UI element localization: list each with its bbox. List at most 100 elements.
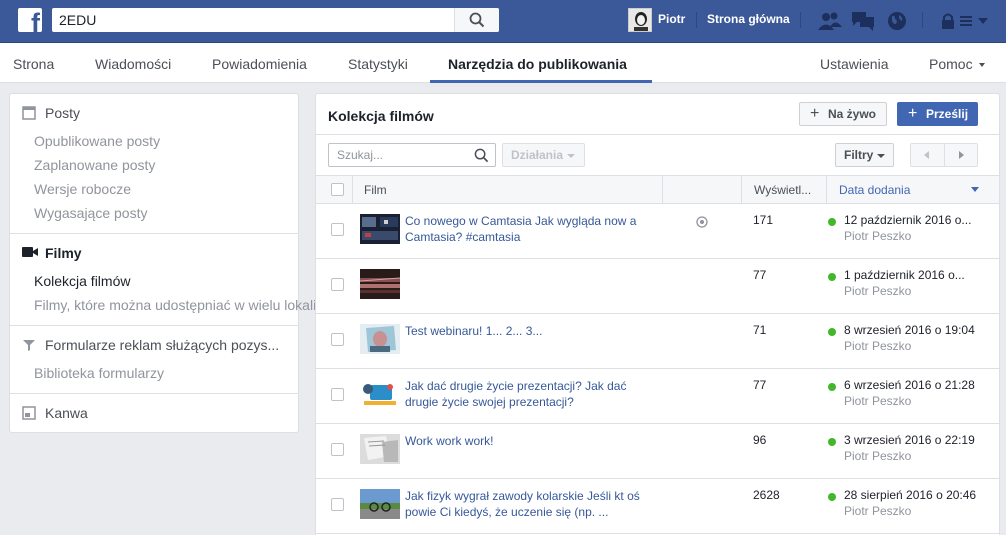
author: Piotr Peszko — [844, 284, 912, 298]
crosspost-icon — [696, 216, 708, 228]
video-title-link[interactable]: Jak dać drugie życie prezentacji? Jak da… — [405, 378, 645, 412]
filters-dropdown[interactable]: Filtry — [835, 143, 894, 167]
sidebar-item-video-library[interactable]: Kolekcja filmów — [34, 273, 130, 289]
sidebar-item-expiring-posts[interactable]: Wygasające posty — [34, 205, 147, 221]
table-row[interactable]: Jak dać drugie życie prezentacji? Jak da… — [316, 369, 999, 424]
tab-insights[interactable]: Statystyki — [348, 56, 408, 72]
column-date-added[interactable]: Data dodania — [839, 183, 910, 197]
go-live-button[interactable]: + Na żywo — [799, 102, 887, 126]
row-checkbox[interactable] — [331, 498, 344, 511]
lock-icon[interactable] — [940, 12, 956, 30]
date-added: 12 październik 2016 o... — [844, 213, 972, 227]
menu-lines-icon[interactable] — [960, 15, 972, 27]
search-icon[interactable] — [474, 148, 489, 163]
video-thumbnail[interactable] — [360, 214, 400, 244]
author: Piotr Peszko — [844, 229, 912, 243]
column-views[interactable]: Wyświetl... — [741, 183, 819, 197]
divider — [10, 393, 298, 394]
video-thumbnail[interactable] — [360, 434, 400, 464]
table-row[interactable]: Test webinaru! 1... 2... 3... 71 8 wrzes… — [316, 314, 999, 369]
home-link[interactable]: Strona główna — [707, 12, 790, 26]
view-count: 2628 — [753, 488, 780, 502]
sidebar-item-drafts[interactable]: Wersje robocze — [34, 181, 131, 197]
sidebar-item-scheduled-posts[interactable]: Zaplanowane posty — [34, 157, 155, 173]
tab-messages[interactable]: Wiadomości — [95, 56, 171, 72]
date-added: 3 wrzesień 2016 o 22:19 — [844, 433, 975, 447]
row-checkbox[interactable] — [331, 388, 344, 401]
sidebar-item-videos[interactable]: Filmy — [45, 245, 82, 261]
filters-label: Filtry — [844, 148, 874, 162]
video-title-link[interactable]: Work work work! — [405, 433, 645, 467]
canvas-icon — [22, 406, 36, 420]
row-checkbox[interactable] — [331, 278, 344, 291]
divider — [316, 134, 999, 135]
video-thumbnail[interactable] — [360, 489, 400, 519]
sidebar-item-posts[interactable]: Posty — [45, 105, 80, 121]
friend-requests-icon[interactable] — [818, 10, 842, 32]
tab-publishing-tools[interactable]: Narzędzia do publikowania — [448, 56, 627, 72]
actions-dropdown[interactable]: Działania — [502, 143, 585, 167]
date-added: 28 sierpień 2016 o 20:46 — [844, 488, 977, 502]
menu-caret-icon[interactable] — [978, 17, 988, 25]
video-title-link[interactable]: Jak fizyk wygrał zawody kolarskie Jeśli … — [405, 488, 645, 522]
video-title-link[interactable]: Test webinaru! 1... 2... 3... — [405, 323, 645, 357]
tab-page[interactable]: Strona — [13, 56, 54, 72]
upload-label: Prześlij — [926, 107, 969, 121]
chevron-left-icon — [924, 151, 929, 159]
published-status-icon — [828, 383, 836, 391]
pagination — [910, 143, 978, 167]
video-thumbnail[interactable] — [360, 269, 400, 299]
tab-help[interactable]: Pomoc — [929, 56, 985, 72]
divider — [10, 325, 298, 326]
video-title-link[interactable] — [405, 268, 645, 302]
row-checkbox[interactable] — [331, 333, 344, 346]
page-nav: Strona Wiadomości Powiadomienia Statysty… — [0, 43, 1006, 83]
upload-button[interactable]: + Prześlij — [897, 102, 978, 126]
video-search-input[interactable] — [329, 144, 469, 166]
table-row[interactable]: Work work work! 96 3 wrzesień 2016 o 22:… — [316, 424, 999, 479]
table-row[interactable]: Co nowego w Camtasia Jak wygląda now a C… — [316, 204, 999, 259]
select-all-checkbox[interactable] — [331, 183, 344, 196]
divider — [662, 176, 663, 203]
prev-page-button[interactable] — [911, 144, 944, 166]
sidebar-item-published-posts[interactable]: Opublikowane posty — [34, 133, 160, 149]
chevron-right-icon — [959, 151, 964, 159]
published-status-icon — [828, 438, 836, 446]
notifications-globe-icon[interactable] — [886, 10, 908, 32]
author: Piotr Peszko — [844, 339, 912, 353]
search-button[interactable] — [454, 8, 499, 32]
table-row[interactable]: Jak fizyk wygrał zawody kolarskie Jeśli … — [316, 479, 999, 534]
search-input[interactable] — [52, 8, 452, 32]
sort-desc-icon[interactable] — [971, 187, 979, 192]
search-icon — [469, 12, 485, 28]
video-thumbnail[interactable] — [360, 379, 400, 409]
facebook-logo-icon[interactable]: f — [18, 8, 42, 32]
view-count: 71 — [753, 323, 767, 337]
filter-funnel-icon — [23, 340, 35, 351]
actions-label: Działania — [511, 148, 564, 162]
divider — [826, 176, 827, 203]
row-checkbox[interactable] — [331, 443, 344, 456]
sidebar-item-forms-library[interactable]: Biblioteka formularzy — [34, 365, 164, 381]
tab-settings[interactable]: Ustawienia — [820, 56, 888, 72]
column-film[interactable]: Film — [364, 183, 387, 197]
sidebar-item-lead-ads-forms[interactable]: Formularze reklam służących pozys... — [45, 337, 279, 353]
chevron-down-icon — [978, 63, 985, 68]
sidebar-item-canvas[interactable]: Kanwa — [45, 405, 88, 421]
table-header: Film Wyświetl... Data dodania — [316, 175, 999, 204]
video-thumbnail[interactable] — [360, 324, 400, 354]
next-page-button[interactable] — [944, 144, 977, 166]
table-row[interactable]: 77 1 październik 2016 o... Piotr Peszko — [316, 259, 999, 314]
tab-notifications[interactable]: Powiadomienia — [212, 56, 307, 72]
published-status-icon — [828, 328, 836, 336]
posts-icon — [22, 106, 36, 120]
video-library-panel: Kolekcja filmów + Na żywo + Prześlij Dział… — [315, 93, 1000, 535]
profile-link[interactable]: Piotr — [658, 12, 685, 26]
row-checkbox[interactable] — [331, 223, 344, 236]
date-added: 6 wrzesień 2016 o 21:28 — [844, 378, 975, 392]
divider — [696, 12, 697, 28]
avatar[interactable] — [628, 8, 652, 32]
video-title-link[interactable]: Co nowego w Camtasia Jak wygląda now a C… — [405, 213, 645, 247]
messages-icon[interactable] — [851, 10, 875, 32]
top-bar: f Piotr Strona główna — [0, 0, 1006, 43]
